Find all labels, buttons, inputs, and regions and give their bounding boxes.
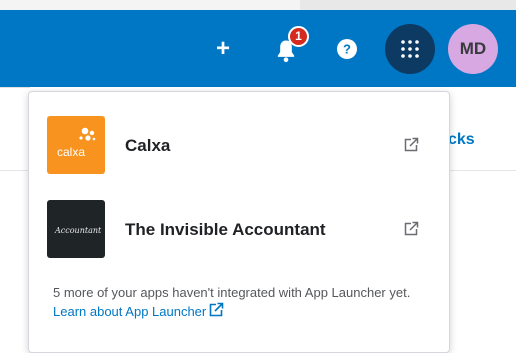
external-link-icon[interactable] bbox=[403, 221, 419, 237]
calxa-logo: calxa bbox=[47, 116, 105, 174]
top-navigation-bar: + 1 ? MD bbox=[0, 10, 516, 87]
svg-text:?: ? bbox=[343, 42, 351, 57]
notification-badge: 1 bbox=[288, 26, 309, 47]
app-launcher-button[interactable] bbox=[385, 24, 435, 74]
external-link-icon[interactable] bbox=[403, 137, 419, 153]
help-icon[interactable]: ? bbox=[336, 38, 358, 60]
svg-text:calxa: calxa bbox=[57, 145, 85, 159]
app-name-invisible-accountant[interactable]: The Invisible Accountant bbox=[125, 220, 326, 240]
user-avatar[interactable]: MD bbox=[448, 24, 498, 74]
svg-text:Accountant: Accountant bbox=[54, 226, 102, 235]
app-launcher-dropdown: calxa Calxa Accountant The Invisible Acc… bbox=[28, 91, 450, 353]
external-link-icon[interactable] bbox=[208, 302, 224, 318]
grid-dots-icon bbox=[401, 40, 419, 58]
page-link-partial[interactable]: cks bbox=[448, 130, 475, 150]
browser-tab[interactable] bbox=[0, 0, 300, 10]
app-item-calxa[interactable]: calxa Calxa bbox=[29, 116, 449, 176]
app-item-invisible-accountant[interactable]: Accountant The Invisible Accountant bbox=[29, 200, 449, 260]
page-divider bbox=[0, 87, 30, 88]
footer-link-label[interactable]: Learn about App Launcher bbox=[53, 304, 206, 319]
invisible-accountant-logo: Accountant bbox=[47, 200, 105, 258]
launcher-footer-note: 5 more of your apps haven't integrated w… bbox=[53, 283, 423, 321]
learn-about-app-launcher-link[interactable]: Learn about App Launcher bbox=[53, 302, 224, 319]
create-button[interactable]: + bbox=[208, 35, 238, 63]
app-name-calxa[interactable]: Calxa bbox=[125, 136, 170, 156]
footer-message: 5 more of your apps haven't integrated w… bbox=[53, 285, 411, 300]
